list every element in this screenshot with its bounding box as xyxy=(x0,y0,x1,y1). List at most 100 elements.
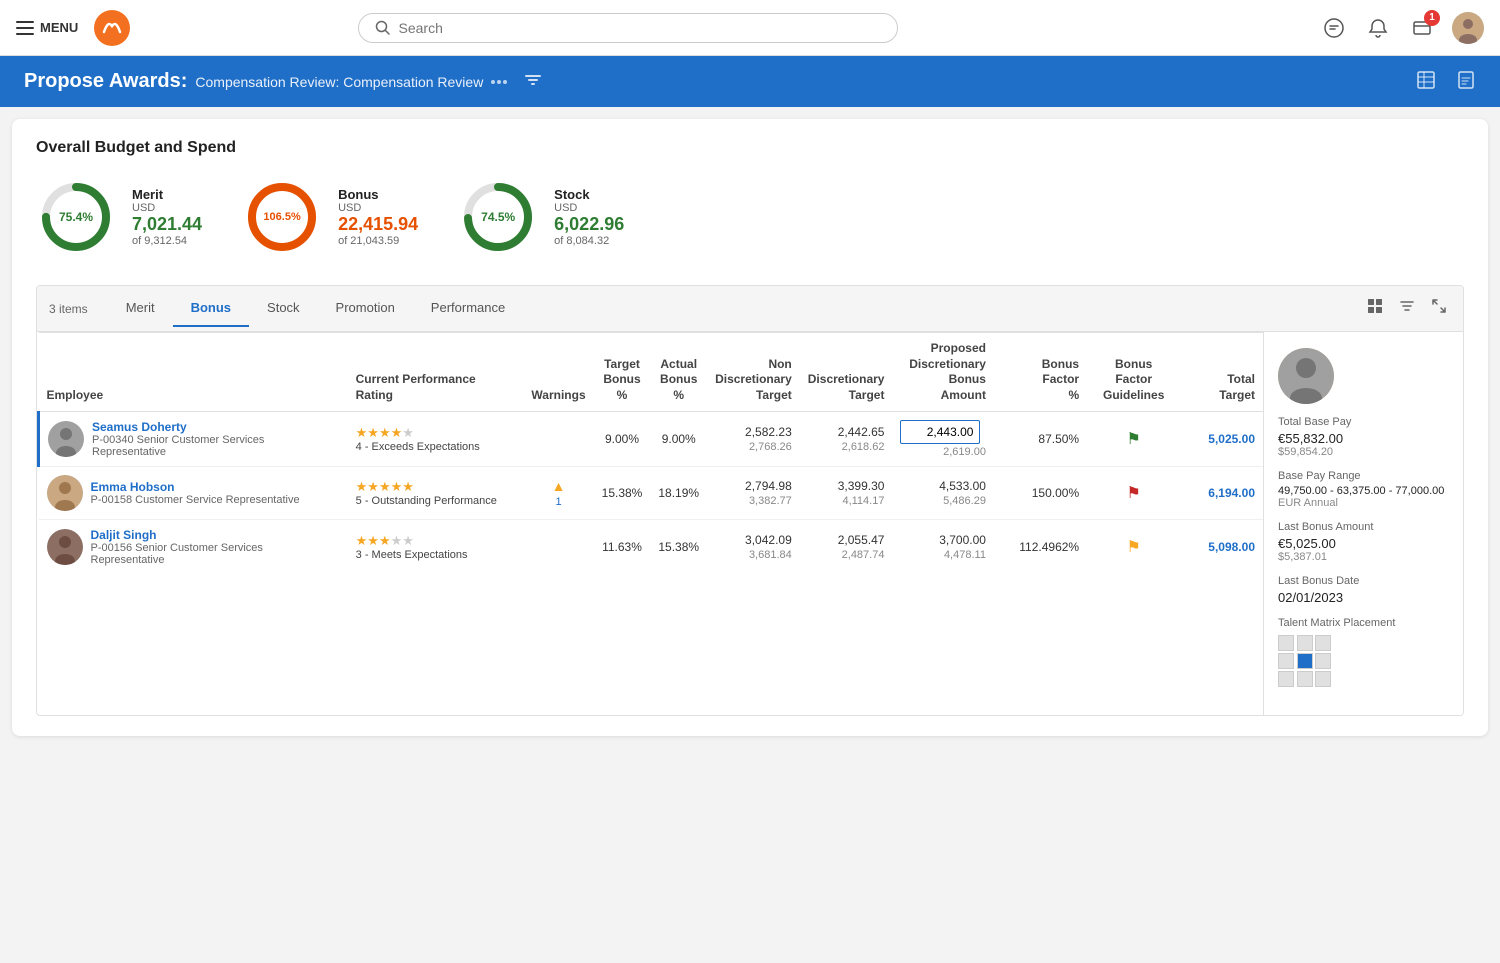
merit-amount: 7,021.44 xyxy=(132,214,202,235)
col-proposed: ProposedDiscretionaryBonus Amount xyxy=(892,333,993,412)
inbox-icon[interactable]: 1 xyxy=(1408,14,1436,42)
target-bonus-pct-cell: 15.38% xyxy=(594,467,651,520)
target-bonus-pct-cell: 11.63% xyxy=(594,520,651,575)
non-disc-value: 3,042.09 xyxy=(715,533,792,547)
talent-cell-8 xyxy=(1297,671,1313,687)
disc-target-cell: 2,055.47 2,487.74 xyxy=(800,520,893,575)
col-actual-bonus: ActualBonus% xyxy=(650,333,707,412)
merit-widget: 75.4% Merit USD 7,021.44 of 9,312.54 xyxy=(36,177,202,257)
notification-icon[interactable] xyxy=(1364,14,1392,42)
tab-promotion[interactable]: Promotion xyxy=(318,290,413,327)
merit-pct-label: 75.4% xyxy=(36,177,116,257)
total-target-value[interactable]: 6,194.00 xyxy=(1208,486,1255,500)
breadcrumb: Compensation Review: Compensation Review xyxy=(195,74,483,90)
inbox-badge: 1 xyxy=(1424,10,1440,26)
tab-list: Merit Bonus Stock Promotion Performance xyxy=(108,290,1363,327)
total-base-pay-eur: €55,832.00 xyxy=(1278,431,1449,446)
table-row[interactable]: Seamus Doherty P-00340 Senior Customer S… xyxy=(39,412,1264,467)
user-avatar[interactable] xyxy=(1452,12,1484,44)
bonus-widget: 106.5% Bonus USD 22,415.94 of 21,043.59 xyxy=(242,177,418,257)
total-target-cell: 5,098.00 xyxy=(1180,520,1263,575)
tab-merit[interactable]: Merit xyxy=(108,290,173,327)
warning-icon: ▲ xyxy=(552,478,566,494)
content-area: Employee Current Performance Rating Warn… xyxy=(37,332,1463,715)
employee-cell: Seamus Doherty P-00340 Senior Customer S… xyxy=(39,412,348,467)
employee-id: P-00340 Senior Customer Services Represe… xyxy=(92,434,340,458)
flag-icon: ⚑ xyxy=(1127,485,1141,502)
side-panel-avatar xyxy=(1278,348,1334,404)
search-input[interactable] xyxy=(399,20,881,36)
base-pay-range-label: Base Pay Range xyxy=(1278,470,1449,482)
tab-bonus[interactable]: Bonus xyxy=(173,290,249,327)
message-icon[interactable] xyxy=(1320,14,1348,42)
filter-button[interactable] xyxy=(1395,294,1419,323)
rating-label: 4 - Exceeds Expectations xyxy=(356,441,516,453)
proposed-amount-value: 4,533.00 xyxy=(900,479,985,493)
budget-row: 75.4% Merit USD 7,021.44 of 9,312.54 106… xyxy=(36,177,1464,257)
base-pay-range-value: 49,750.00 - 63,375.00 - 77,000.00 xyxy=(1278,485,1449,497)
talent-cell-5-active xyxy=(1297,653,1313,669)
bonus-donut: 106.5% xyxy=(242,177,322,257)
bonus-info: Bonus USD 22,415.94 of 21,043.59 xyxy=(338,187,418,247)
employee-id: P-00158 Customer Service Representative xyxy=(91,494,300,506)
proposed-cell[interactable]: 2,619.00 xyxy=(892,412,993,467)
menu-label: MENU xyxy=(40,20,78,35)
total-target-cell: 6,194.00 xyxy=(1180,467,1263,520)
actual-bonus-pct-cell: 18.19% xyxy=(650,467,707,520)
performance-rating-cell: ★★★★★ 4 - Exceeds Expectations xyxy=(348,412,524,467)
talent-matrix-field: Talent Matrix Placement xyxy=(1278,617,1449,687)
items-count: 3 items xyxy=(49,292,100,326)
performance-rating-cell: ★★★★★ 5 - Outstanding Performance xyxy=(348,467,524,520)
table-row[interactable]: Daljit Singh P-00156 Senior Customer Ser… xyxy=(39,520,1264,575)
overflow-dots[interactable] xyxy=(491,80,507,84)
flag-icon: ⚑ xyxy=(1127,431,1141,448)
filter-icon[interactable] xyxy=(523,70,543,93)
employee-name[interactable]: Daljit Singh xyxy=(91,528,340,542)
last-bonus-date-field: Last Bonus Date 02/01/2023 xyxy=(1278,575,1449,605)
tab-performance[interactable]: Performance xyxy=(413,290,523,327)
employee-id: P-00156 Senior Customer Services Represe… xyxy=(91,542,340,566)
table-row[interactable]: Emma Hobson P-00158 Customer Service Rep… xyxy=(39,467,1264,520)
search-bar[interactable] xyxy=(358,13,898,43)
employee-avatar xyxy=(47,475,83,511)
total-target-value[interactable]: 5,025.00 xyxy=(1208,432,1255,446)
bonus-guidelines-cell: ⚑ xyxy=(1087,467,1180,520)
proposed-amount-value: 3,700.00 xyxy=(900,533,985,547)
stock-pct-label: 74.5% xyxy=(458,177,538,257)
non-disc-target-cell: 2,794.98 3,382.77 xyxy=(707,467,800,520)
col-perf-rating: Current Performance Rating xyxy=(348,333,524,412)
disc-target-value: 2,442.65 xyxy=(808,425,885,439)
actual-bonus-pct-cell: 9.00% xyxy=(650,412,707,467)
page-header: Propose Awards: Compensation Review: Com… xyxy=(0,56,1500,107)
bonus-factor-pct-cell: 150.00% xyxy=(994,467,1087,520)
section-title: Overall Budget and Spend xyxy=(36,139,1464,157)
bonus-factor-pct-cell: 112.4962% xyxy=(994,520,1087,575)
spreadsheet-icon[interactable] xyxy=(1416,70,1436,93)
rating-label: 3 - Meets Expectations xyxy=(356,549,516,561)
employee-name[interactable]: Emma Hobson xyxy=(91,480,300,494)
last-bonus-usd: $5,387.01 xyxy=(1278,551,1449,563)
warnings-cell xyxy=(523,412,593,467)
grid-view-button[interactable] xyxy=(1363,294,1387,323)
col-total-target: Total Target xyxy=(1180,333,1263,412)
talent-cell-6 xyxy=(1315,653,1331,669)
pdf-icon[interactable] xyxy=(1456,70,1476,93)
non-disc-target-cell: 2,582.23 2,768.26 xyxy=(707,412,800,467)
employee-name[interactable]: Seamus Doherty xyxy=(92,420,340,434)
search-icon xyxy=(375,20,391,36)
total-target-value[interactable]: 5,098.00 xyxy=(1208,540,1255,554)
col-target-bonus: TargetBonus% xyxy=(594,333,651,412)
expand-button[interactable] xyxy=(1427,294,1451,323)
warnings-cell: ▲1 xyxy=(523,467,593,520)
tab-stock[interactable]: Stock xyxy=(249,290,318,327)
stock-of: of 8,084.32 xyxy=(554,235,624,247)
menu-button[interactable]: MENU xyxy=(16,20,78,35)
disc-target-sub: 2,487.74 xyxy=(808,549,885,561)
tabs-header: 3 items Merit Bonus Stock Promotion Perf… xyxy=(37,286,1463,332)
total-base-pay-field: Total Base Pay €55,832.00 $59,854.20 xyxy=(1278,416,1449,458)
proposed-amount-input[interactable] xyxy=(900,420,980,444)
table-area: Employee Current Performance Rating Warn… xyxy=(37,332,1263,715)
talent-cell-9 xyxy=(1315,671,1331,687)
talent-matrix-label: Talent Matrix Placement xyxy=(1278,617,1449,629)
total-base-pay-usd: $59,854.20 xyxy=(1278,446,1449,458)
